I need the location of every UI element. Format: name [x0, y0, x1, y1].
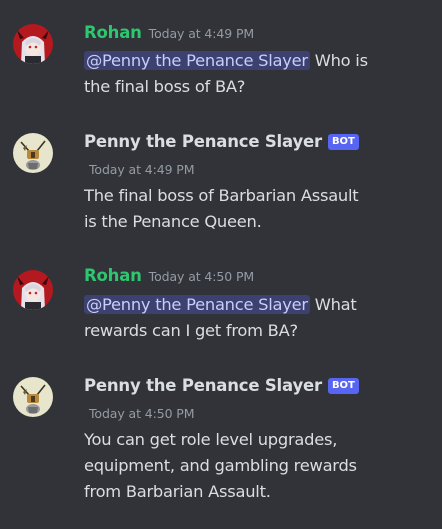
- message-text: What: [309, 295, 357, 314]
- rohan-avatar[interactable]: [13, 24, 53, 64]
- message-text: Who is: [309, 51, 368, 70]
- penny-avatar[interactable]: [13, 133, 53, 173]
- timestamp[interactable]: Today at 4:50 PM: [149, 269, 255, 284]
- message-content: @Penny the Penance Slayer Who is the fin…: [84, 48, 368, 100]
- user-mention[interactable]: @Penny the Penance Slayer: [84, 295, 310, 314]
- author-name[interactable]: Penny the Penance Slayer: [84, 376, 322, 395]
- bot-badge: BOT: [327, 378, 359, 394]
- message-text: from Barbarian Assault.: [84, 482, 271, 501]
- timestamp[interactable]: Today at 4:49 PM: [89, 162, 195, 177]
- author-name[interactable]: Rohan: [84, 266, 142, 285]
- message-text: The final boss of Barbarian Assault: [84, 186, 359, 205]
- message-content: The final boss of Barbarian Assault is t…: [84, 183, 359, 235]
- user-mention[interactable]: @Penny the Penance Slayer: [84, 51, 310, 70]
- penny-avatar[interactable]: [13, 377, 53, 417]
- message-header: Penny the Penance Slayer BOT: [84, 376, 359, 395]
- message-text: You can get role level upgrades,: [84, 430, 338, 449]
- author-name[interactable]: Rohan: [84, 23, 142, 42]
- bot-badge: BOT: [327, 134, 359, 150]
- message-text: equipment, and gambling rewards: [84, 456, 357, 475]
- message-content: @Penny the Penance Slayer What rewards c…: [84, 292, 357, 344]
- message-header: Rohan Today at 4:50 PM: [84, 266, 254, 285]
- rohan-avatar[interactable]: [13, 270, 53, 310]
- message-header: Penny the Penance Slayer BOT: [84, 132, 359, 151]
- message-text: rewards can I get from BA?: [84, 321, 298, 340]
- timestamp[interactable]: Today at 4:49 PM: [149, 26, 255, 41]
- message-header: Rohan Today at 4:49 PM: [84, 23, 254, 42]
- message-content: You can get role level upgrades, equipme…: [84, 427, 357, 505]
- timestamp[interactable]: Today at 4:50 PM: [89, 406, 195, 421]
- message-text: the final boss of BA?: [84, 77, 246, 96]
- message-text: is the Penance Queen.: [84, 212, 262, 231]
- author-name[interactable]: Penny the Penance Slayer: [84, 132, 322, 151]
